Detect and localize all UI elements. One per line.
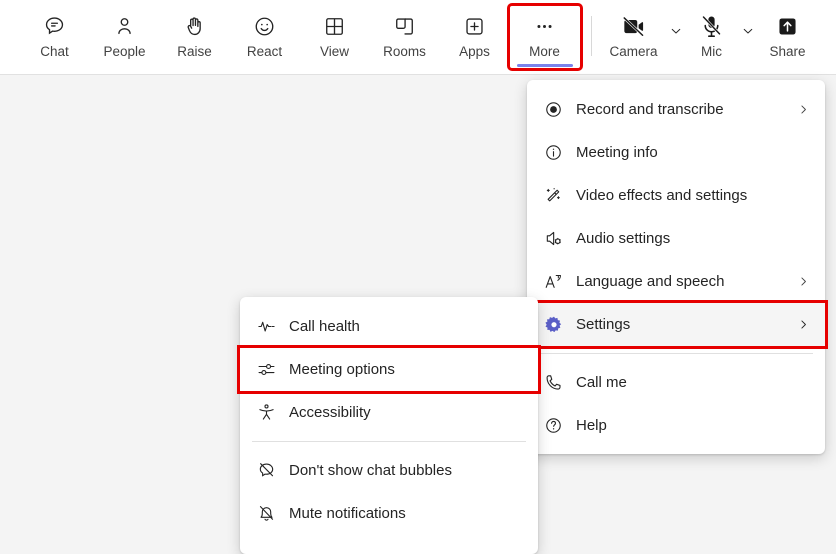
submenu-item-mute-notifications[interactable]: Mute notifications [240,492,538,535]
menu-label-help: Help [570,416,811,436]
more-ellipsis-icon [533,13,556,39]
pulse-heartbeat-icon [257,317,283,336]
menu-label-language-and-speech: Language and speech [570,272,795,292]
menu-separator [539,353,813,354]
toolbar-label-mic: Mic [701,44,722,60]
settings-submenu-popup: Call health Meeting options [240,297,538,554]
mic-off-icon [699,13,724,39]
toolbar-label-apps: Apps [459,44,490,60]
toolbar-button-people[interactable]: People [90,6,160,68]
toolbar-button-rooms[interactable]: Rooms [370,6,440,68]
meeting-window: Chat People Raise [0,0,836,554]
submenu-label-accessibility: Accessibility [283,403,524,423]
toolbar-label-share: Share [769,44,805,60]
chevron-right-icon [795,318,811,331]
toolbar-button-react[interactable]: React [230,6,300,68]
toolbar-label-chat: Chat [40,44,69,60]
submenu-item-meeting-options[interactable]: Meeting options [240,348,538,391]
toolbar-button-raise[interactable]: Raise [160,6,230,68]
active-tab-underline [517,64,573,67]
sliders-options-icon [257,360,283,379]
toolbar-button-share[interactable]: Share [759,6,817,68]
mic-control-group: Mic [687,6,759,68]
toolbar-label-view: View [320,44,349,60]
chat-icon [43,13,66,39]
raise-hand-icon [183,13,206,39]
video-effects-wand-icon [544,186,570,205]
phone-handset-icon [544,373,570,392]
view-grid-icon [323,13,346,39]
submenu-label-meeting-options: Meeting options [283,360,524,380]
toolbar-label-more: More [529,44,560,60]
toolbar-button-apps[interactable]: Apps [440,6,510,68]
menu-label-settings: Settings [570,315,795,335]
apps-plus-icon [463,13,486,39]
meeting-toolbar: Chat People Raise [0,0,836,75]
toolbar-button-chat[interactable]: Chat [20,6,90,68]
toolbar-label-camera: Camera [609,44,657,60]
toolbar-divider [591,16,592,56]
submenu-item-accessibility[interactable]: Accessibility [240,391,538,434]
mic-dropdown-caret[interactable] [737,6,759,68]
info-circle-icon [544,143,570,162]
submenu-label-mute-notifications: Mute notifications [283,504,524,524]
gear-icon [544,315,570,335]
chat-bubble-off-icon [257,461,283,480]
more-menu-popup: Record and transcribe Meeting info [527,80,825,454]
audio-settings-speaker-icon [544,229,570,248]
menu-item-language-and-speech[interactable]: Language and speech [527,260,825,303]
menu-label-meeting-info: Meeting info [570,143,811,163]
toolbar-button-more[interactable]: More [510,6,580,68]
menu-label-record-and-transcribe: Record and transcribe [570,100,795,120]
accessibility-person-icon [257,403,283,422]
submenu-label-call-health: Call health [283,317,524,337]
menu-item-meeting-info[interactable]: Meeting info [527,131,825,174]
toolbar-button-view[interactable]: View [300,6,370,68]
submenu-separator [252,441,526,442]
chevron-right-icon [795,275,811,288]
help-question-icon [544,416,570,435]
bell-off-icon [257,504,283,523]
submenu-item-call-health[interactable]: Call health [240,305,538,348]
people-icon [113,13,136,39]
react-icon [253,13,276,39]
menu-item-call-me[interactable]: Call me [527,361,825,404]
submenu-label-dont-show-chat-bubbles: Don't show chat bubbles [283,461,524,481]
menu-item-video-effects-and-settings[interactable]: Video effects and settings [527,174,825,217]
toolbar-label-rooms: Rooms [383,44,426,60]
toolbar-button-mic[interactable]: Mic [687,6,737,68]
menu-item-record-and-transcribe[interactable]: Record and transcribe [527,88,825,131]
menu-item-settings[interactable]: Settings [527,303,825,346]
chevron-right-icon [795,103,811,116]
menu-label-call-me: Call me [570,373,811,393]
toolbar-label-raise: Raise [177,44,212,60]
language-speech-icon [544,272,570,291]
submenu-item-dont-show-chat-bubbles[interactable]: Don't show chat bubbles [240,449,538,492]
camera-off-icon [621,13,646,39]
share-screen-icon [776,13,799,39]
camera-dropdown-caret[interactable] [665,6,687,68]
toolbar-label-people: People [103,44,145,60]
record-circle-icon [544,100,570,119]
menu-label-video-effects-and-settings: Video effects and settings [570,186,811,206]
toolbar-button-camera[interactable]: Camera [603,6,665,68]
menu-item-help[interactable]: Help [527,404,825,447]
camera-control-group: Camera [603,6,687,68]
breakout-rooms-icon [393,13,416,39]
menu-label-audio-settings: Audio settings [570,229,811,249]
toolbar-label-react: React [247,44,282,60]
menu-item-audio-settings[interactable]: Audio settings [527,217,825,260]
